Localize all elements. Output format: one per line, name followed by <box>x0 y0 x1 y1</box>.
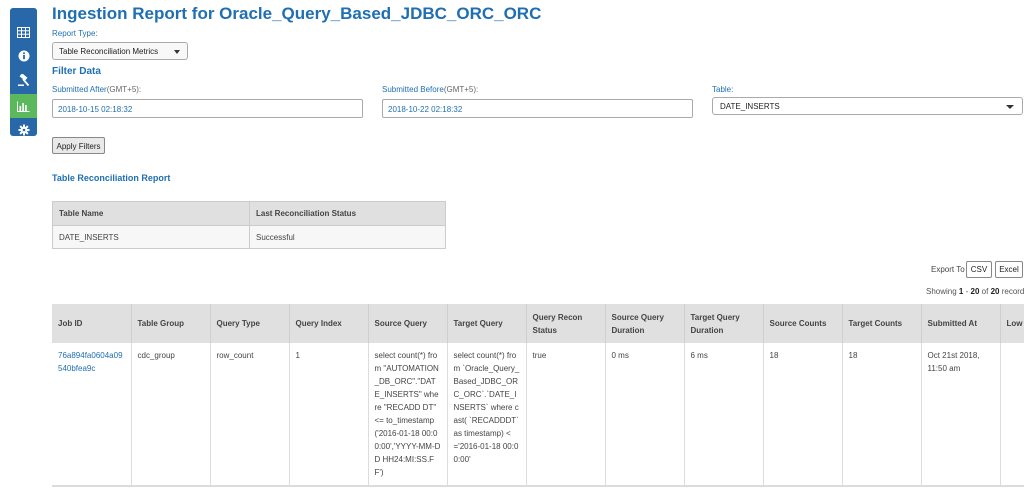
job-table-header-row: Job ID Table Group Query Type Query Inde… <box>52 304 1024 343</box>
table-row <box>52 486 1024 490</box>
col-header-query-recon-status[interactable]: Query Recon Status <box>526 304 606 343</box>
export-csv-button[interactable]: CSV <box>966 261 992 278</box>
export-excel-button[interactable]: Excel <box>995 261 1023 278</box>
cell-target-duration: 6 ms <box>684 343 764 486</box>
col-header-source-query[interactable]: Source Query <box>368 304 448 343</box>
cell-target-counts: 18 <box>842 343 922 486</box>
col-header-low[interactable]: Low <box>1000 304 1024 343</box>
table-icon <box>17 26 30 38</box>
cell-submitted-at: Oct 21st 2018, 11:50 am <box>921 343 1001 486</box>
submitted-before-label: Submitted Before(GMT+5): <box>382 85 479 94</box>
cell-source-query: select count(*) from "AUTOMATION_DB_ORC"… <box>368 343 448 486</box>
cell-source-counts: 18 <box>763 343 843 486</box>
recon-cell-status: Successful <box>249 225 446 249</box>
report-type-value: Table Reconciliation Metrics <box>59 47 159 56</box>
report-type-select[interactable]: Table Reconciliation Metrics <box>52 42 188 60</box>
sidebar-item-gavel[interactable] <box>10 68 37 92</box>
col-header-query-type[interactable]: Query Type <box>210 304 290 343</box>
sidebar-nav <box>10 8 37 136</box>
col-header-target-query-duration[interactable]: Target Query Duration <box>684 304 764 343</box>
cell-query-index: 1 <box>289 343 369 486</box>
table-filter-value: DATE_INSERTS <box>720 102 780 111</box>
col-header-job-id[interactable]: Job ID <box>52 304 132 343</box>
col-header-source-query-duration[interactable]: Source Query Duration <box>605 304 685 343</box>
job-id-link[interactable]: 76a894fa0604a09540bfea9c <box>52 343 132 486</box>
sidebar-item-table[interactable] <box>10 20 37 44</box>
col-header-table-group[interactable]: Table Group <box>131 304 211 343</box>
records-summary: Showing 1 - 20 of 20 records. <box>926 287 1024 296</box>
cell-source-duration: 0 ms <box>605 343 685 486</box>
report-type-label: Report Type: <box>52 29 98 38</box>
sidebar-item-reports[interactable] <box>10 94 37 118</box>
cell-query-type: row_count <box>210 343 290 486</box>
recon-header-status: Last Reconciliation Status <box>249 201 446 226</box>
cell-low <box>1000 343 1024 486</box>
table-filter-label: Table: <box>712 85 734 94</box>
table-filter-select[interactable]: DATE_INSERTS <box>712 97 1023 115</box>
gear-icon <box>18 124 29 136</box>
submitted-after-label: Submitted After(GMT+5): <box>52 85 142 94</box>
cell-table-group: cdc_group <box>131 343 211 486</box>
recon-table-header-row: Table Name Last Reconciliation Status <box>52 201 446 226</box>
table-row: 76a894fa0604a09540bfea9c cdc_group row_c… <box>52 343 1024 486</box>
col-header-target-query[interactable]: Target Query <box>447 304 527 343</box>
col-header-target-counts[interactable]: Target Counts <box>842 304 922 343</box>
page-title: Ingestion Report for Oracle_Query_Based_… <box>52 4 542 23</box>
job-table: Job ID Table Group Query Type Query Inde… <box>52 304 1024 486</box>
table-row: DATE_INSERTS Successful <box>52 225 446 249</box>
bar-chart-icon <box>17 101 30 112</box>
recon-report-heading: Table Reconciliation Report <box>52 173 171 183</box>
apply-filters-button[interactable]: Apply Filters <box>52 137 105 154</box>
filter-heading: Filter Data <box>52 66 101 77</box>
submitted-after-input[interactable]: 2018-10-15 02:18:32 <box>52 99 363 118</box>
gavel-icon <box>18 73 30 86</box>
chevron-down-icon <box>174 50 180 54</box>
export-label: Export To <box>931 265 965 274</box>
col-header-source-counts[interactable]: Source Counts <box>763 304 843 343</box>
sidebar-item-settings[interactable] <box>10 118 37 142</box>
cell-target-query: select count(*) from `Oracle_Query_Based… <box>447 343 527 486</box>
col-header-submitted-at[interactable]: Submitted At <box>921 304 1001 343</box>
submitted-before-input[interactable]: 2018-10-22 02:18:32 <box>382 99 693 118</box>
chevron-down-icon <box>1006 105 1014 109</box>
sidebar-item-info[interactable] <box>10 44 37 68</box>
col-header-query-index[interactable]: Query Index <box>289 304 369 343</box>
info-icon <box>18 50 29 62</box>
cell-recon-status: true <box>526 343 606 486</box>
recon-cell-table-name: DATE_INSERTS <box>52 225 250 249</box>
recon-table: Table Name Last Reconciliation Status DA… <box>52 201 446 249</box>
recon-header-table-name: Table Name <box>52 201 250 226</box>
